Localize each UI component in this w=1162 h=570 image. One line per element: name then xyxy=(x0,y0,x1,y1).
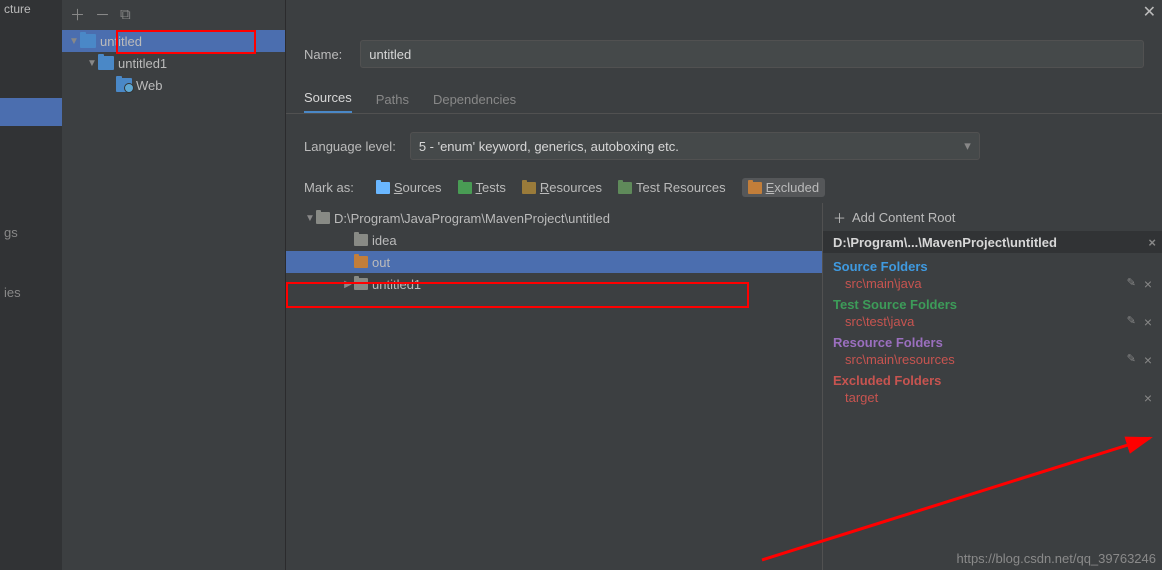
remove-icon[interactable]: × xyxy=(1144,276,1152,292)
module-row[interactable]: Web xyxy=(62,74,285,96)
remove-icon[interactable]: × xyxy=(1144,352,1152,368)
mark-tests[interactable]: Tests xyxy=(458,180,506,195)
folder-section: Test Source Folderssrc\test\java✎× xyxy=(823,291,1162,329)
section-item[interactable]: src\main\java✎× xyxy=(833,276,1152,291)
folder-icon xyxy=(522,182,536,194)
name-field[interactable]: untitled xyxy=(360,40,1144,68)
titlebar: ✕ xyxy=(286,0,1162,24)
edit-icon[interactable]: ✎ xyxy=(1127,276,1136,292)
expand-arrow-icon[interactable] xyxy=(304,213,316,224)
mark-sources[interactable]: SSourcesources xyxy=(376,180,442,195)
language-level-row: Language level: 5 - 'enum' keyword, gene… xyxy=(286,114,1162,178)
copy-module-icon[interactable]: ⧉ xyxy=(120,6,131,23)
section-header: Test Source Folders xyxy=(833,297,1152,314)
tree-toolbar: ＋ － ⧉ xyxy=(62,0,285,28)
folder-label: D:\Program\JavaProgram\MavenProject\unti… xyxy=(334,211,610,226)
module-detail-panel: ✕ Name: untitled Sources Paths Dependenc… xyxy=(286,0,1162,570)
expand-arrow-icon[interactable] xyxy=(86,58,98,69)
close-icon[interactable]: ✕ xyxy=(1143,2,1156,22)
edit-icon[interactable]: ✎ xyxy=(1127,314,1136,330)
modules-tree-panel: ＋ － ⧉ untitled untitled1 Web xyxy=(62,0,286,570)
folder-icon xyxy=(354,234,368,246)
chevron-down-icon: ▾ xyxy=(964,138,971,154)
remove-root-icon[interactable]: × xyxy=(1148,235,1156,250)
module-tabs: Sources Paths Dependencies xyxy=(286,84,1162,114)
folder-icon xyxy=(458,182,472,194)
module-label: Web xyxy=(136,78,163,93)
module-row[interactable]: untitled xyxy=(62,30,285,52)
remove-module-icon[interactable]: － xyxy=(95,4,110,25)
nav-item[interactable] xyxy=(0,34,62,62)
section-item[interactable]: src\main\resources✎× xyxy=(833,352,1152,367)
project-structure-dialog: cture gs ies ＋ － ⧉ untitleduntitled1Web … xyxy=(0,0,1162,570)
folder-row[interactable]: idea xyxy=(286,229,822,251)
tab-sources[interactable]: Sources xyxy=(304,90,352,113)
section-item[interactable]: src\test\java✎× xyxy=(833,314,1152,329)
language-level-label: Language level: xyxy=(304,139,396,154)
sources-body: D:\Program\JavaProgram\MavenProject\unti… xyxy=(286,203,1162,570)
plus-icon: ＋ xyxy=(833,208,846,227)
folder-section: Excluded Folderstarget× xyxy=(823,367,1162,405)
folder-label: idea xyxy=(372,233,397,248)
language-level-value: 5 - 'enum' keyword, generics, autoboxing… xyxy=(419,139,679,154)
module-label: untitled1 xyxy=(118,56,167,71)
section-item[interactable]: target× xyxy=(833,390,1152,405)
name-row: Name: untitled xyxy=(286,24,1162,84)
section-header: Resource Folders xyxy=(833,335,1152,352)
web-module-icon xyxy=(116,78,132,92)
folder-icon xyxy=(354,278,368,290)
mark-as-label: Mark as: xyxy=(304,180,354,195)
nav-item[interactable]: ies xyxy=(0,278,62,306)
folder-label: untitled1 xyxy=(372,277,421,292)
module-folder-icon xyxy=(98,56,114,70)
section-header: Source Folders xyxy=(833,259,1152,276)
folder-label: out xyxy=(372,255,390,270)
add-module-icon[interactable]: ＋ xyxy=(70,4,85,25)
modules-tree: untitled untitled1 Web xyxy=(62,28,285,96)
nav-item[interactable]: gs xyxy=(0,218,62,246)
name-label: Name: xyxy=(304,47,342,62)
expand-arrow-icon[interactable] xyxy=(68,36,80,47)
folder-section: Resource Folderssrc\main\resources✎× xyxy=(823,329,1162,367)
tab-dependencies[interactable]: Dependencies xyxy=(433,92,516,113)
mark-resources[interactable]: Resources xyxy=(522,180,602,195)
tab-paths[interactable]: Paths xyxy=(376,92,409,113)
mark-as-row: Mark as: SSourcesources Tests Resources … xyxy=(286,178,1162,203)
name-value: untitled xyxy=(369,47,411,62)
folder-icon xyxy=(316,212,330,224)
folder-icon xyxy=(618,182,632,194)
folder-section: Source Folderssrc\main\java✎× xyxy=(823,253,1162,291)
remove-icon[interactable]: × xyxy=(1144,390,1152,406)
content-roots-panel: ＋ Add Content Root D:\Program\...\MavenP… xyxy=(822,203,1162,570)
edit-icon[interactable]: ✎ xyxy=(1127,352,1136,368)
folder-row[interactable]: untitled1 xyxy=(286,273,822,295)
add-content-root[interactable]: ＋ Add Content Root xyxy=(823,203,1162,231)
section-header: Excluded Folders xyxy=(833,373,1152,390)
language-level-combobox[interactable]: 5 - 'enum' keyword, generics, autoboxing… xyxy=(410,132,980,160)
folder-icon xyxy=(748,182,762,194)
folder-row[interactable]: out xyxy=(286,251,822,273)
content-root-path[interactable]: D:\Program\...\MavenProject\untitled × xyxy=(823,231,1162,253)
mark-test-resources[interactable]: Test Resources xyxy=(618,180,726,195)
folder-icon xyxy=(354,256,368,268)
folder-icon xyxy=(376,182,390,194)
expand-arrow-icon[interactable] xyxy=(342,279,354,290)
module-folder-icon xyxy=(80,34,96,48)
module-label: untitled xyxy=(100,34,142,49)
folder-row-root[interactable]: D:\Program\JavaProgram\MavenProject\unti… xyxy=(304,207,822,229)
folder-tree: D:\Program\JavaProgram\MavenProject\unti… xyxy=(286,203,822,570)
module-row[interactable]: untitled1 xyxy=(62,52,285,74)
title-fragment: cture xyxy=(0,0,62,18)
left-nav-strip: cture gs ies xyxy=(0,0,62,570)
watermark: https://blog.csdn.net/qq_39763246 xyxy=(957,551,1157,566)
nav-item-selected[interactable] xyxy=(0,98,62,126)
remove-icon[interactable]: × xyxy=(1144,314,1152,330)
mark-excluded[interactable]: Excluded xyxy=(742,178,825,197)
